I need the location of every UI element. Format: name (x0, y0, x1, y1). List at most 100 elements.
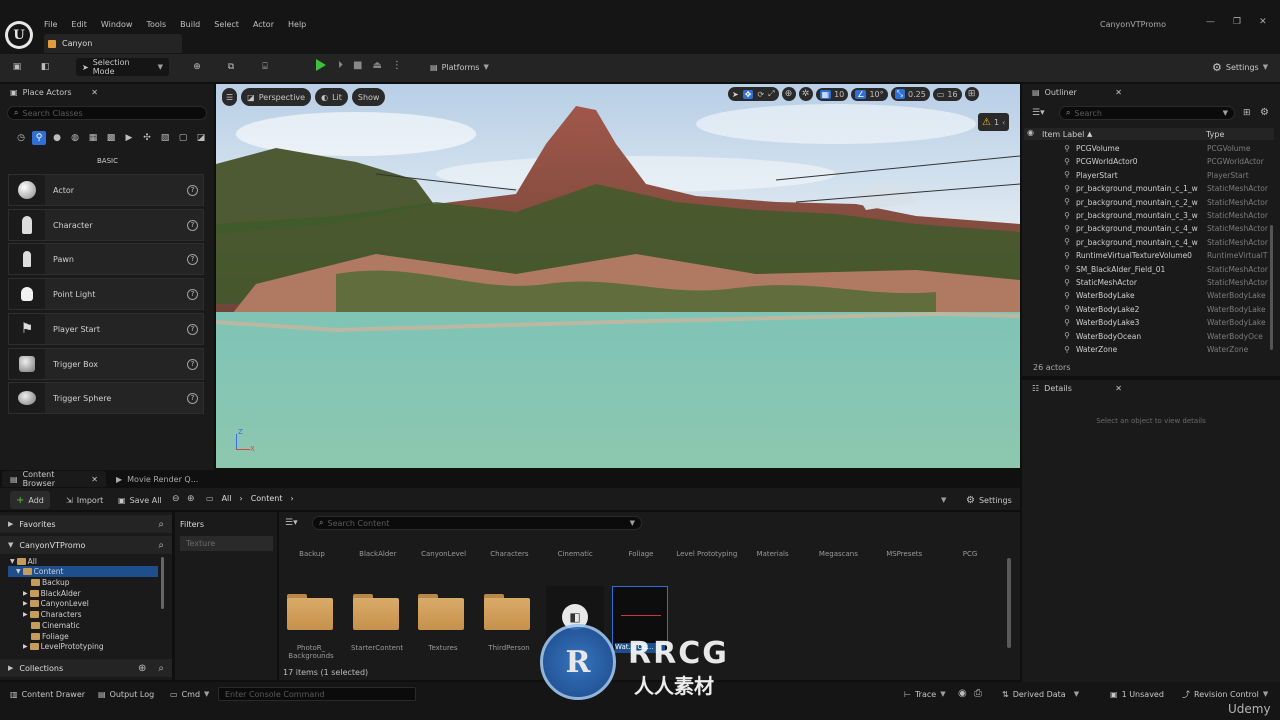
menu-select[interactable]: Select (214, 20, 239, 29)
outliner-row[interactable]: ⚲ pr_background_mountain_c_2_w StaticMeshA… (1024, 196, 1274, 209)
world-space-icon[interactable]: ⊕ (781, 87, 796, 101)
add-button[interactable]: + Add (10, 491, 50, 509)
tree-scrollbar[interactable] (161, 557, 164, 609)
outliner-search-input[interactable]: ⌕ Search ▼ (1059, 106, 1235, 120)
content-browser-tab[interactable]: ▤ Content Browser ✕ (2, 470, 106, 488)
outliner-scrollbar[interactable] (1270, 225, 1273, 350)
add-actor-icon[interactable]: ⊕ (190, 60, 204, 74)
advance-frame-icon[interactable]: ⏵ (338, 60, 343, 71)
menu-actor[interactable]: Actor (253, 20, 274, 29)
derived-data-dropdown[interactable]: ⇅ Derived Data ▼ (996, 685, 1085, 703)
asset-scrollbar[interactable] (1007, 558, 1011, 648)
help-icon[interactable]: ? (187, 219, 198, 231)
tree-item-foliage[interactable]: Foliage (31, 631, 69, 642)
breadcrumb-folder-icon[interactable]: ▭ (206, 494, 214, 503)
content-settings-button[interactable]: ⚙ Settings (960, 491, 1018, 509)
level-viewport[interactable]: ☰ ◪ Perspective ◐ Lit Show ➤ ✥ ⟳ ⤢ ⊕ ✲ ▦… (216, 84, 1020, 468)
folder-label[interactable]: CanyonLevel (413, 550, 475, 558)
actor-item-trigger-sphere[interactable]: Trigger Sphere ? (8, 382, 204, 414)
menu-file[interactable]: File (44, 20, 57, 29)
browse-icon[interactable]: ◧ (38, 60, 52, 74)
history-dropdown-icon[interactable]: ▼ (941, 496, 946, 504)
search-icon[interactable]: ⌕ (158, 519, 164, 530)
folder-label[interactable]: BlackAlder (347, 550, 409, 558)
lights-icon[interactable]: ● (50, 131, 64, 145)
unsaved-button[interactable]: ▣ 1 Unsaved (1104, 685, 1170, 703)
all-classes-icon[interactable]: ▧ (158, 131, 172, 145)
show-button[interactable]: Show (351, 88, 386, 106)
folder-label[interactable]: MSPresets (873, 550, 935, 558)
menu-help[interactable]: Help (288, 20, 306, 29)
item-label-column[interactable]: Item Label (1042, 130, 1084, 139)
favorites-header[interactable]: ▶ Favorites ⌕ (0, 515, 172, 533)
perspective-button[interactable]: ◪ Perspective (241, 88, 312, 106)
content-drawer-button[interactable]: ▥ Content Drawer (4, 685, 91, 703)
tree-item-levelprototyping[interactable]: ▶ LevelPrototyping (23, 641, 104, 652)
import-button[interactable]: ⇲ Import (60, 491, 109, 509)
filter-icon[interactable]: ☰▾ (285, 518, 298, 528)
folder-label[interactable]: Foliage (610, 550, 672, 558)
help-icon[interactable]: ? (187, 392, 198, 404)
tree-item-characters[interactable]: ▶ Characters (23, 609, 82, 620)
search-content-input[interactable]: ⌕ Search Content ▼ (312, 516, 642, 530)
place-actors-tab[interactable]: ▣ Place Actors ✕ (2, 84, 106, 100)
folder-tile-thirdperson[interactable] (484, 594, 532, 630)
add-collection-icon[interactable]: ⊕ (138, 663, 146, 674)
camera-speed[interactable]: ▭ 16 (932, 87, 962, 101)
viewport-menu-button[interactable]: ☰ (222, 88, 238, 106)
cube-icon[interactable]: ◪ (194, 131, 208, 145)
console-command-input[interactable]: Enter Console Command (218, 687, 416, 701)
grid-snap[interactable]: ▦ 10 (815, 87, 849, 101)
scale-snap[interactable]: ⤡ 0.25 (890, 87, 930, 101)
movie-render-tab[interactable]: ▶ Movie Render Q... (110, 471, 204, 487)
tree-item-all[interactable]: ▼ All (10, 556, 37, 567)
viewport-layout-icon[interactable]: ⊞ (964, 87, 979, 101)
back-icon[interactable]: ⊖ (172, 494, 180, 504)
rotate-tool-icon[interactable]: ⟳ (757, 90, 764, 99)
blank-icon[interactable]: ▢ (176, 131, 190, 145)
outliner-row[interactable]: ⚲ WaterBodyOcean WaterBodyOce (1024, 330, 1274, 343)
record-icon[interactable]: ◉ (958, 688, 967, 699)
outliner-row[interactable]: ⚲ WaterZone WaterZone (1024, 343, 1274, 356)
tree-item-blackalder[interactable]: ▶ BlackAlder (23, 588, 81, 599)
folder-label[interactable]: Megascans (807, 550, 869, 558)
lit-button[interactable]: ◐ Lit (315, 88, 348, 106)
help-icon[interactable]: ? (187, 323, 198, 335)
actor-item-trigger-box[interactable]: Trigger Box ? (8, 348, 204, 380)
add-folder-icon[interactable]: ⊞ (1243, 108, 1251, 118)
collections-header[interactable]: ▶ Collections ⊕ ⌕ (0, 659, 172, 677)
filter-icon[interactable]: ☰▾ (1032, 108, 1045, 118)
folder-tile-startercontent[interactable] (353, 594, 401, 630)
stop-icon[interactable]: ■ (353, 60, 362, 71)
close-icon[interactable]: ✕ (1115, 384, 1122, 393)
breadcrumb-content[interactable]: Content (251, 494, 283, 503)
tree-item-backup[interactable]: Backup (31, 577, 70, 588)
visibility-eye-icon[interactable]: ◉ (1027, 128, 1034, 137)
outliner-row[interactable]: ⚲ StaticMeshActor StaticMeshActor (1024, 276, 1274, 289)
minimize-icon[interactable]: — (1206, 17, 1215, 27)
folder-tile-photor[interactable] (287, 594, 335, 630)
cinematics-icon[interactable]: ⌸ (258, 60, 272, 74)
outliner-row[interactable]: ⚲ WaterBodyLake3 WaterBodyLake (1024, 316, 1274, 329)
move-tool-icon[interactable]: ✥ (742, 89, 754, 99)
outliner-row[interactable]: ⚲ pr_background_mountain_c_3_w StaticMeshA… (1024, 209, 1274, 222)
actor-item-character[interactable]: Character ? (8, 209, 204, 241)
folder-label[interactable]: Materials (742, 550, 804, 558)
save-icon[interactable]: ▣ (10, 60, 24, 74)
blueprint-icon[interactable]: ⧉ (224, 60, 238, 74)
scale-tool-icon[interactable]: ⤢ (768, 89, 774, 99)
folder-label[interactable]: Cinematic (544, 550, 606, 558)
menu-build[interactable]: Build (180, 20, 200, 29)
close-icon[interactable]: ✕ (91, 475, 98, 484)
help-icon[interactable]: ? (187, 358, 198, 370)
filter-texture-chip[interactable]: Texture (180, 536, 273, 551)
angle-snap[interactable]: ∠ 10° (851, 87, 888, 101)
actor-item-actor[interactable]: Actor ? (8, 174, 204, 206)
shapes-icon[interactable]: ◍ (68, 131, 82, 145)
surface-snap-icon[interactable]: ✲ (798, 87, 813, 101)
actor-item-point-light[interactable]: Point Light ? (8, 278, 204, 310)
outliner-row[interactable]: ⚲ SM_BlackAlder_Field_01 StaticMeshActor (1024, 263, 1274, 276)
outliner-row[interactable]: ⚲ pr_background_mountain_c_1_w StaticMeshA… (1024, 182, 1274, 195)
play-icon[interactable] (316, 59, 326, 71)
outliner-row[interactable]: ⚲ WaterBodyLake WaterBodyLake (1024, 289, 1274, 302)
